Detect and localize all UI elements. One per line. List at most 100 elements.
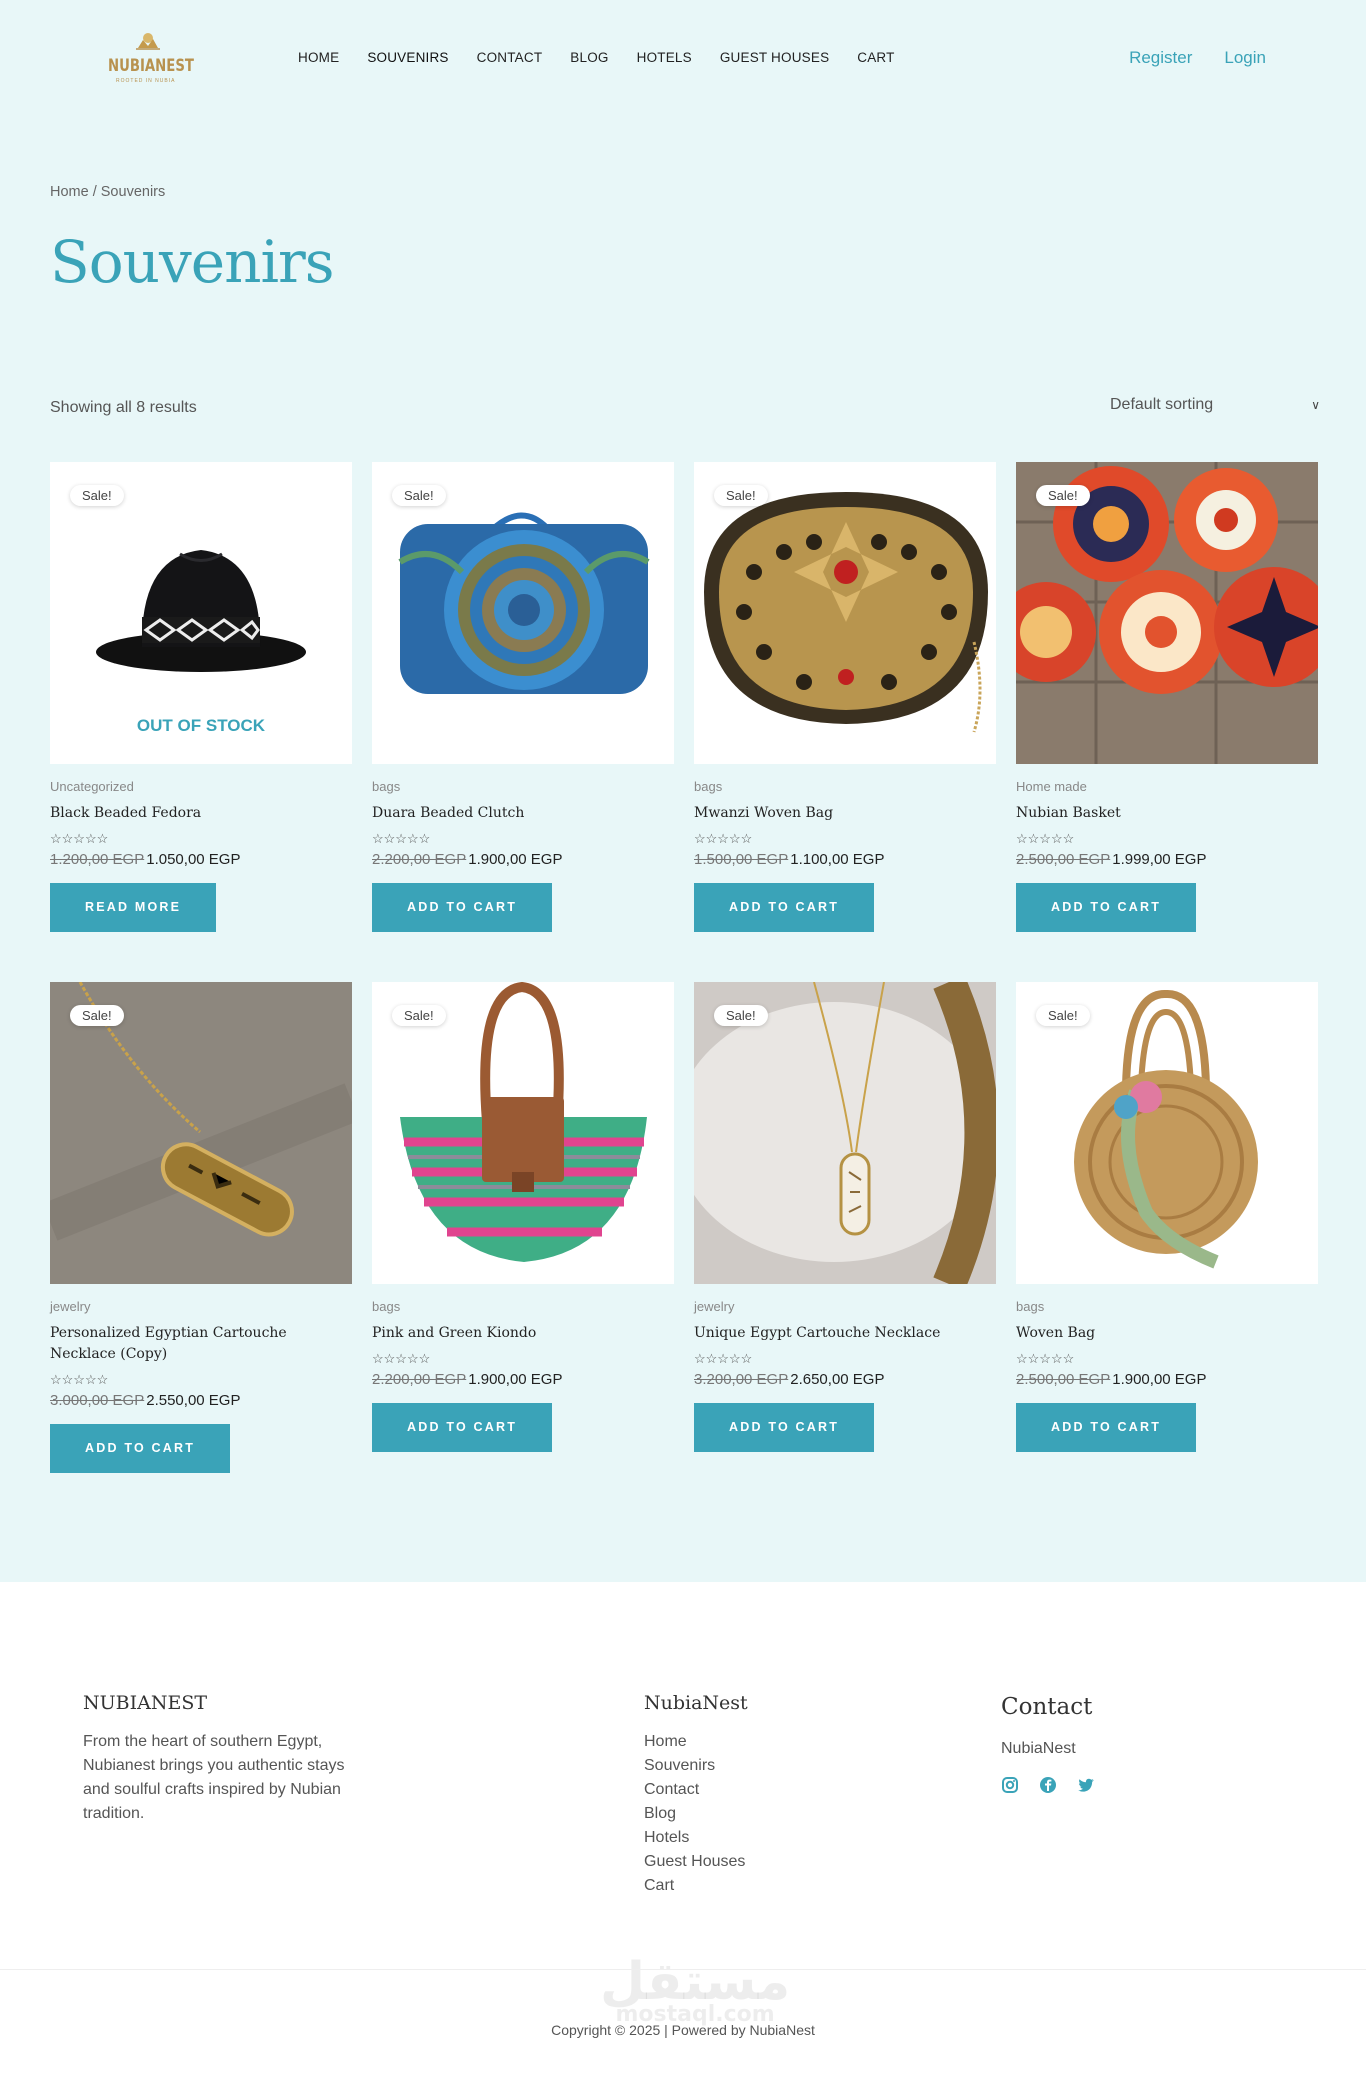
footer-link-hotels[interactable]: Hotels: [644, 1826, 748, 1850]
footer-contact-text: NubiaNest: [1001, 1740, 1076, 1757]
footer-about: NUBIANEST From the heart of southern Egy…: [83, 1692, 373, 1826]
add-to-cart-button[interactable]: ADD TO CART: [694, 883, 875, 932]
sale-badge: Sale!: [70, 1005, 124, 1026]
footer-about-text: From the heart of southern Egypt, Nubian…: [83, 1733, 345, 1822]
sale-price: 1.900,00 EGP: [468, 1371, 563, 1388]
product-category[interactable]: jewelry: [694, 1299, 996, 1314]
product-category[interactable]: Uncategorized: [50, 779, 352, 794]
breadcrumb: Home / Souvenirs: [50, 184, 166, 200]
site-logo[interactable]: NUBIANEST ROOTED IN NUBIA: [100, 28, 196, 88]
product-image[interactable]: Sale!: [372, 462, 674, 764]
social-links: [1001, 1776, 1095, 1799]
product-name[interactable]: Nubian Basket: [1016, 803, 1318, 824]
product-name[interactable]: Unique Egypt Cartouche Necklace: [694, 1323, 996, 1344]
old-price: 3.000,00 EGP: [50, 1392, 145, 1409]
nav-souvenirs[interactable]: SOUVENIRS: [367, 50, 448, 65]
product-card: Sale! jewelry Personalized Egyptian Cart…: [50, 982, 352, 1502]
add-to-cart-button[interactable]: ADD TO CART: [1016, 1403, 1197, 1452]
sale-badge: Sale!: [1036, 1005, 1090, 1026]
nav-guest-houses[interactable]: GUEST HOUSES: [720, 50, 829, 65]
auth-links: Register Login: [1129, 48, 1266, 68]
product-category[interactable]: bags: [372, 1299, 674, 1314]
product-name[interactable]: Duara Beaded Clutch: [372, 803, 674, 824]
metal-bag-image: [704, 492, 988, 733]
footer-link-contact[interactable]: Contact: [644, 1778, 748, 1802]
product-category[interactable]: bags: [694, 779, 996, 794]
cartouche-necklace-image: [50, 982, 352, 1284]
sale-badge: Sale!: [1036, 485, 1090, 506]
footer-contact: Contact NubiaNest: [1001, 1694, 1095, 1799]
old-price: 2.500,00 EGP: [1016, 1371, 1111, 1388]
footer-links: NubiaNest Home Souvenirs Contact Blog Ho…: [644, 1692, 748, 1898]
old-price: 1.500,00 EGP: [694, 851, 789, 868]
footer-link-souvenirs[interactable]: Souvenirs: [644, 1754, 748, 1778]
product-card: Sale! OUT OF STOCK Uncategorized Black B…: [50, 462, 352, 982]
star-rating-icon: ☆☆☆☆☆: [50, 831, 109, 846]
old-price: 2.500,00 EGP: [1016, 851, 1111, 868]
sale-price: 1.900,00 EGP: [1112, 1371, 1207, 1388]
product-image[interactable]: Sale!: [372, 982, 674, 1284]
nav-cart[interactable]: CART: [857, 50, 894, 65]
sorting-select[interactable]: Default sorting ∨: [1110, 392, 1320, 418]
site-footer: NUBIANEST From the heart of southern Egy…: [0, 1582, 1366, 2076]
product-image[interactable]: Sale!: [1016, 982, 1318, 1284]
login-link[interactable]: Login: [1224, 48, 1266, 68]
register-link[interactable]: Register: [1129, 48, 1192, 68]
product-name[interactable]: Mwanzi Woven Bag: [694, 803, 996, 824]
nav-hotels[interactable]: HOTELS: [637, 50, 692, 65]
sale-badge: Sale!: [70, 485, 124, 506]
page-title: Souvenirs: [50, 228, 334, 296]
footer-link-cart[interactable]: Cart: [644, 1874, 748, 1898]
sale-price: 1.999,00 EGP: [1112, 851, 1207, 868]
nav-home[interactable]: HOME: [298, 50, 339, 65]
product-card: Sale! jewelry Unique Egypt Cartouche Nec…: [694, 982, 996, 1502]
product-image[interactable]: Sale!: [694, 982, 996, 1284]
sorting-value: Default sorting: [1110, 396, 1214, 413]
product-name[interactable]: Woven Bag: [1016, 1323, 1318, 1344]
footer-about-title: NUBIANEST: [83, 1692, 208, 1714]
sale-price: 2.550,00 EGP: [146, 1392, 241, 1409]
sale-badge: Sale!: [714, 485, 768, 506]
footer-link-guest-houses[interactable]: Guest Houses: [644, 1850, 748, 1874]
product-category[interactable]: bags: [372, 779, 674, 794]
star-rating-icon: ☆☆☆☆☆: [372, 1351, 431, 1366]
product-card: Sale! bags Woven Bag ☆☆☆☆☆ 2.500,00 EGP 1…: [1016, 982, 1318, 1502]
nav-contact[interactable]: CONTACT: [477, 50, 543, 65]
add-to-cart-button[interactable]: ADD TO CART: [50, 1424, 231, 1473]
product-image[interactable]: Sale!: [50, 982, 352, 1284]
woven-bag-image: [1074, 990, 1258, 1269]
product-category[interactable]: Home made: [1016, 779, 1318, 794]
star-rating-icon: ☆☆☆☆☆: [372, 831, 431, 846]
product-name[interactable]: Pink and Green Kiondo: [372, 1323, 674, 1344]
old-price: 1.200,00 EGP: [50, 851, 145, 868]
product-category[interactable]: bags: [1016, 1299, 1318, 1314]
read-more-button[interactable]: READ MORE: [50, 883, 217, 932]
logo-brand: NUBIANEST: [108, 56, 194, 76]
product-image[interactable]: Sale!: [694, 462, 996, 764]
footer-link-home[interactable]: Home: [644, 1730, 748, 1754]
nav-blog[interactable]: BLOG: [570, 50, 608, 65]
add-to-cart-button[interactable]: ADD TO CART: [372, 1403, 553, 1452]
twitter-icon[interactable]: [1077, 1776, 1095, 1799]
product-name[interactable]: Personalized Egyptian Cartouche Necklace…: [50, 1323, 352, 1365]
kiondo-bag-image: [400, 982, 647, 1262]
instagram-icon[interactable]: [1001, 1776, 1019, 1799]
old-price: 2.200,00 EGP: [372, 1371, 467, 1388]
product-category[interactable]: jewelry: [50, 1299, 352, 1314]
footer-link-blog[interactable]: Blog: [644, 1802, 748, 1826]
product-name[interactable]: Black Beaded Fedora: [50, 803, 352, 824]
product-price: 1.500,00 EGP 1.100,00 EGP: [694, 851, 996, 868]
sale-price: 1.100,00 EGP: [790, 851, 885, 868]
product-card: Sale! bags Duara Beaded Clutch ☆☆☆☆☆ 2.2…: [372, 462, 674, 982]
product-image[interactable]: Sale!: [1016, 462, 1318, 764]
site-header: NUBIANEST ROOTED IN NUBIA HOME SOUVENIRS…: [0, 0, 1366, 118]
add-to-cart-button[interactable]: ADD TO CART: [1016, 883, 1197, 932]
add-to-cart-button[interactable]: ADD TO CART: [694, 1403, 875, 1452]
product-image[interactable]: Sale! OUT OF STOCK: [50, 462, 352, 764]
facebook-icon[interactable]: [1039, 1776, 1057, 1799]
star-rating-icon: ☆☆☆☆☆: [1016, 1351, 1075, 1366]
star-rating-icon: ☆☆☆☆☆: [694, 1351, 753, 1366]
product-card: Sale! bags Pink and Green Kiondo ☆☆☆☆☆ 2…: [372, 982, 674, 1502]
add-to-cart-button[interactable]: ADD TO CART: [372, 883, 553, 932]
out-of-stock-label: OUT OF STOCK: [136, 716, 266, 735]
